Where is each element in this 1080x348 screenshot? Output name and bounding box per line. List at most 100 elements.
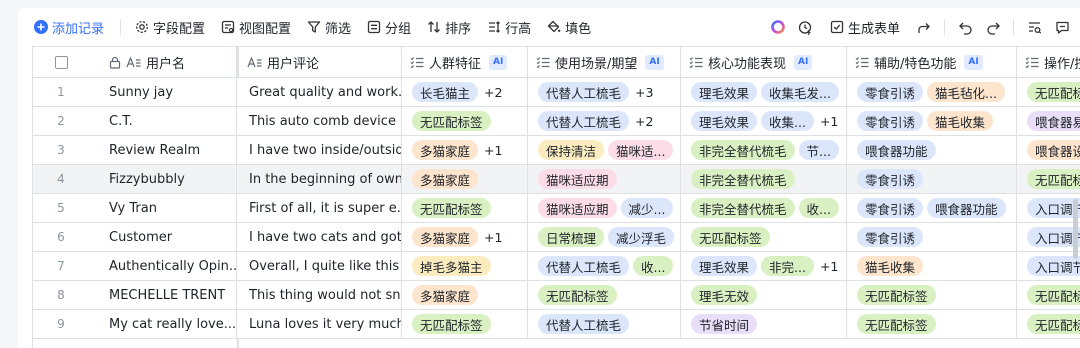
crowd-cell[interactable]: 多猫家庭 +1 <box>402 136 528 164</box>
scene-cell[interactable]: 代替人工梳毛 +2 <box>528 107 681 135</box>
scene-cell[interactable]: 代替人工梳毛 +3 <box>528 78 681 106</box>
automation-button[interactable] <box>792 15 820 39</box>
crowd-cell[interactable]: 多猫家庭 <box>402 165 528 193</box>
scene-cell[interactable]: 日常梳理 减少浮毛 <box>528 223 681 251</box>
ops-cell[interactable]: 入口调节 <box>1017 194 1080 222</box>
more-tags-count[interactable]: +2 <box>635 114 653 129</box>
table-row[interactable]: 7 Authentically Opin... Overall, I quite l… <box>33 252 1080 281</box>
more-tags-count[interactable]: +1 <box>820 259 838 274</box>
aux-cell[interactable]: 零食引诱 猫毛毡化... <box>847 78 1017 106</box>
review-cell[interactable]: First of all, it is super e... <box>239 194 402 222</box>
core-cell[interactable]: 理毛效果 收集... +1 <box>681 107 847 135</box>
scene-cell[interactable]: 代替人工梳毛 收... <box>528 252 681 280</box>
username-cell[interactable]: Fizzybubbly <box>89 165 237 193</box>
ops-cell[interactable]: 无匹配标签 <box>1017 78 1080 106</box>
table-row[interactable]: 6 Customer I have two cats and got... 多猫家庭 +… <box>33 223 1080 252</box>
core-cell[interactable]: 无匹配标签 <box>681 223 847 251</box>
username-cell[interactable]: Sunny jay <box>89 78 237 106</box>
group-button[interactable]: 分组 <box>361 15 417 39</box>
core-cell[interactable]: 非完全替代梳毛 收... <box>681 194 847 222</box>
aux-cell[interactable]: 无匹配标签 <box>847 281 1017 309</box>
aux-cell[interactable]: 零食引诱 猫毛收集 <box>847 107 1017 135</box>
scene-cell[interactable]: 无匹配标签 <box>528 281 681 309</box>
header-crowd[interactable]: 人群特征 AI <box>402 47 528 77</box>
crowd-cell[interactable]: 无匹配标签 <box>402 310 528 338</box>
review-cell[interactable]: In the beginning of own... <box>239 165 402 193</box>
crowd-cell[interactable]: 多猫家庭 +1 <box>402 223 528 251</box>
review-cell[interactable]: I have two cats and got... <box>239 223 402 251</box>
generate-form-button[interactable]: 生成表单 <box>824 15 906 39</box>
scene-cell[interactable]: 猫咪适应期 减少... <box>528 194 681 222</box>
more-tags-count[interactable]: +3 <box>635 85 653 100</box>
crowd-cell[interactable]: 无匹配标签 <box>402 107 528 135</box>
more-tags-count[interactable]: +2 <box>484 85 502 100</box>
share-button[interactable] <box>910 15 938 39</box>
crowd-cell[interactable]: 长毛猫主 +2 <box>402 78 528 106</box>
core-cell[interactable]: 非完全替代梳毛 节... <box>681 136 847 164</box>
username-cell[interactable]: My cat really love... <box>89 310 237 338</box>
view-config-button[interactable]: 视图配置 <box>215 15 297 39</box>
review-cell[interactable]: Great quality and work... <box>239 78 402 106</box>
table-row[interactable]: 9 My cat really love... Luna loves it very… <box>33 310 1080 339</box>
crowd-cell[interactable]: 掉毛多猫主 <box>402 252 528 280</box>
ops-cell[interactable]: 入口调节 <box>1017 252 1080 280</box>
aux-cell[interactable]: 无匹配标签 <box>847 310 1017 338</box>
redo-button[interactable] <box>979 15 1007 39</box>
core-cell[interactable]: 非完全替代梳毛 <box>681 165 847 193</box>
header-core[interactable]: 核心功能表现 AI <box>681 47 847 77</box>
review-cell[interactable]: I have two inside/outsid... <box>239 136 402 164</box>
review-cell[interactable]: This thing would not sn... <box>239 281 402 309</box>
username-cell[interactable]: MECHELLE TRENT <box>89 281 237 309</box>
core-cell[interactable]: 理毛无效 <box>681 281 847 309</box>
table-row[interactable]: 1 Sunny jay Great quality and work... 长毛猫主 +… <box>33 78 1080 107</box>
username-cell[interactable]: Review Realm <box>89 136 237 164</box>
more-tags-count[interactable]: +1 <box>820 114 838 129</box>
more-tags-count[interactable]: +1 <box>484 230 502 245</box>
row-height-button[interactable]: 行高 <box>481 15 537 39</box>
username-cell[interactable]: Vy Tran <box>89 194 237 222</box>
scene-cell[interactable]: 代替人工梳毛 <box>528 310 681 338</box>
aux-cell[interactable]: 零食引诱 <box>847 165 1017 193</box>
comments-button[interactable] <box>1048 15 1076 39</box>
search-records-button[interactable] <box>1020 15 1048 39</box>
crowd-cell[interactable]: 无匹配标签 <box>402 194 528 222</box>
username-cell[interactable]: Authentically Opin... <box>89 252 237 280</box>
table-row[interactable]: 2 C.T. This auto comb device ... 无匹配标签 代替人工梳… <box>33 107 1080 136</box>
aux-cell[interactable]: 零食引诱 喂食器功能 <box>847 194 1017 222</box>
core-cell[interactable]: 理毛效果 收集毛发... <box>681 78 847 106</box>
more-tags-count[interactable]: +1 <box>484 143 502 158</box>
header-ops[interactable]: 操作/控制 <box>1017 47 1080 77</box>
ops-cell[interactable]: 喂食器设置 <box>1017 136 1080 164</box>
scene-cell[interactable]: 保持清洁 猫咪适... <box>528 136 681 164</box>
aux-cell[interactable]: 猫毛收集 <box>847 252 1017 280</box>
aux-cell[interactable]: 零食引诱 <box>847 223 1017 251</box>
header-username[interactable]: 用户名 <box>89 47 237 77</box>
ai-assistant-button[interactable] <box>764 15 792 39</box>
core-cell[interactable]: 理毛效果 非完... +1 <box>681 252 847 280</box>
aux-cell[interactable]: 喂食器功能 <box>847 136 1017 164</box>
select-all-checkbox[interactable] <box>54 55 68 69</box>
header-scene[interactable]: 使用场景/期望 AI <box>528 47 681 77</box>
table-row[interactable]: 5 Vy Tran First of all, it is super e... 无匹… <box>33 194 1080 223</box>
vertical-scrollbar[interactable] <box>1073 199 1078 259</box>
ops-cell[interactable]: 无匹配标签 <box>1017 310 1080 338</box>
scene-cell[interactable]: 猫咪适应期 <box>528 165 681 193</box>
review-cell[interactable]: Overall, I quite like this ... <box>239 252 402 280</box>
header-aux[interactable]: 辅助/特色功能 AI <box>847 47 1017 77</box>
table-row[interactable]: 8 MECHELLE TRENT This thing would not sn..… <box>33 281 1080 310</box>
undo-button[interactable] <box>951 15 979 39</box>
ops-cell[interactable]: 无匹配标签 <box>1017 281 1080 309</box>
add-record-button[interactable]: 添加记录 <box>30 15 110 39</box>
ops-cell[interactable]: 入口调节 <box>1017 223 1080 251</box>
username-cell[interactable]: C.T. <box>89 107 237 135</box>
crowd-cell[interactable]: 多猫家庭 <box>402 281 528 309</box>
field-config-button[interactable]: 字段配置 <box>129 15 211 39</box>
username-cell[interactable]: Customer <box>89 223 237 251</box>
review-cell[interactable]: Luna loves it very much... <box>239 310 402 338</box>
table-row[interactable]: 4 Fizzybubbly In the beginning of own... 多猫… <box>33 165 1080 194</box>
ops-cell[interactable]: 无匹配标签 <box>1017 165 1080 193</box>
review-cell[interactable]: This auto comb device ... <box>239 107 402 135</box>
header-review[interactable]: 用户评论 <box>239 47 402 77</box>
filter-button[interactable]: 筛选 <box>301 15 357 39</box>
fill-color-button[interactable]: 填色 <box>541 15 597 39</box>
